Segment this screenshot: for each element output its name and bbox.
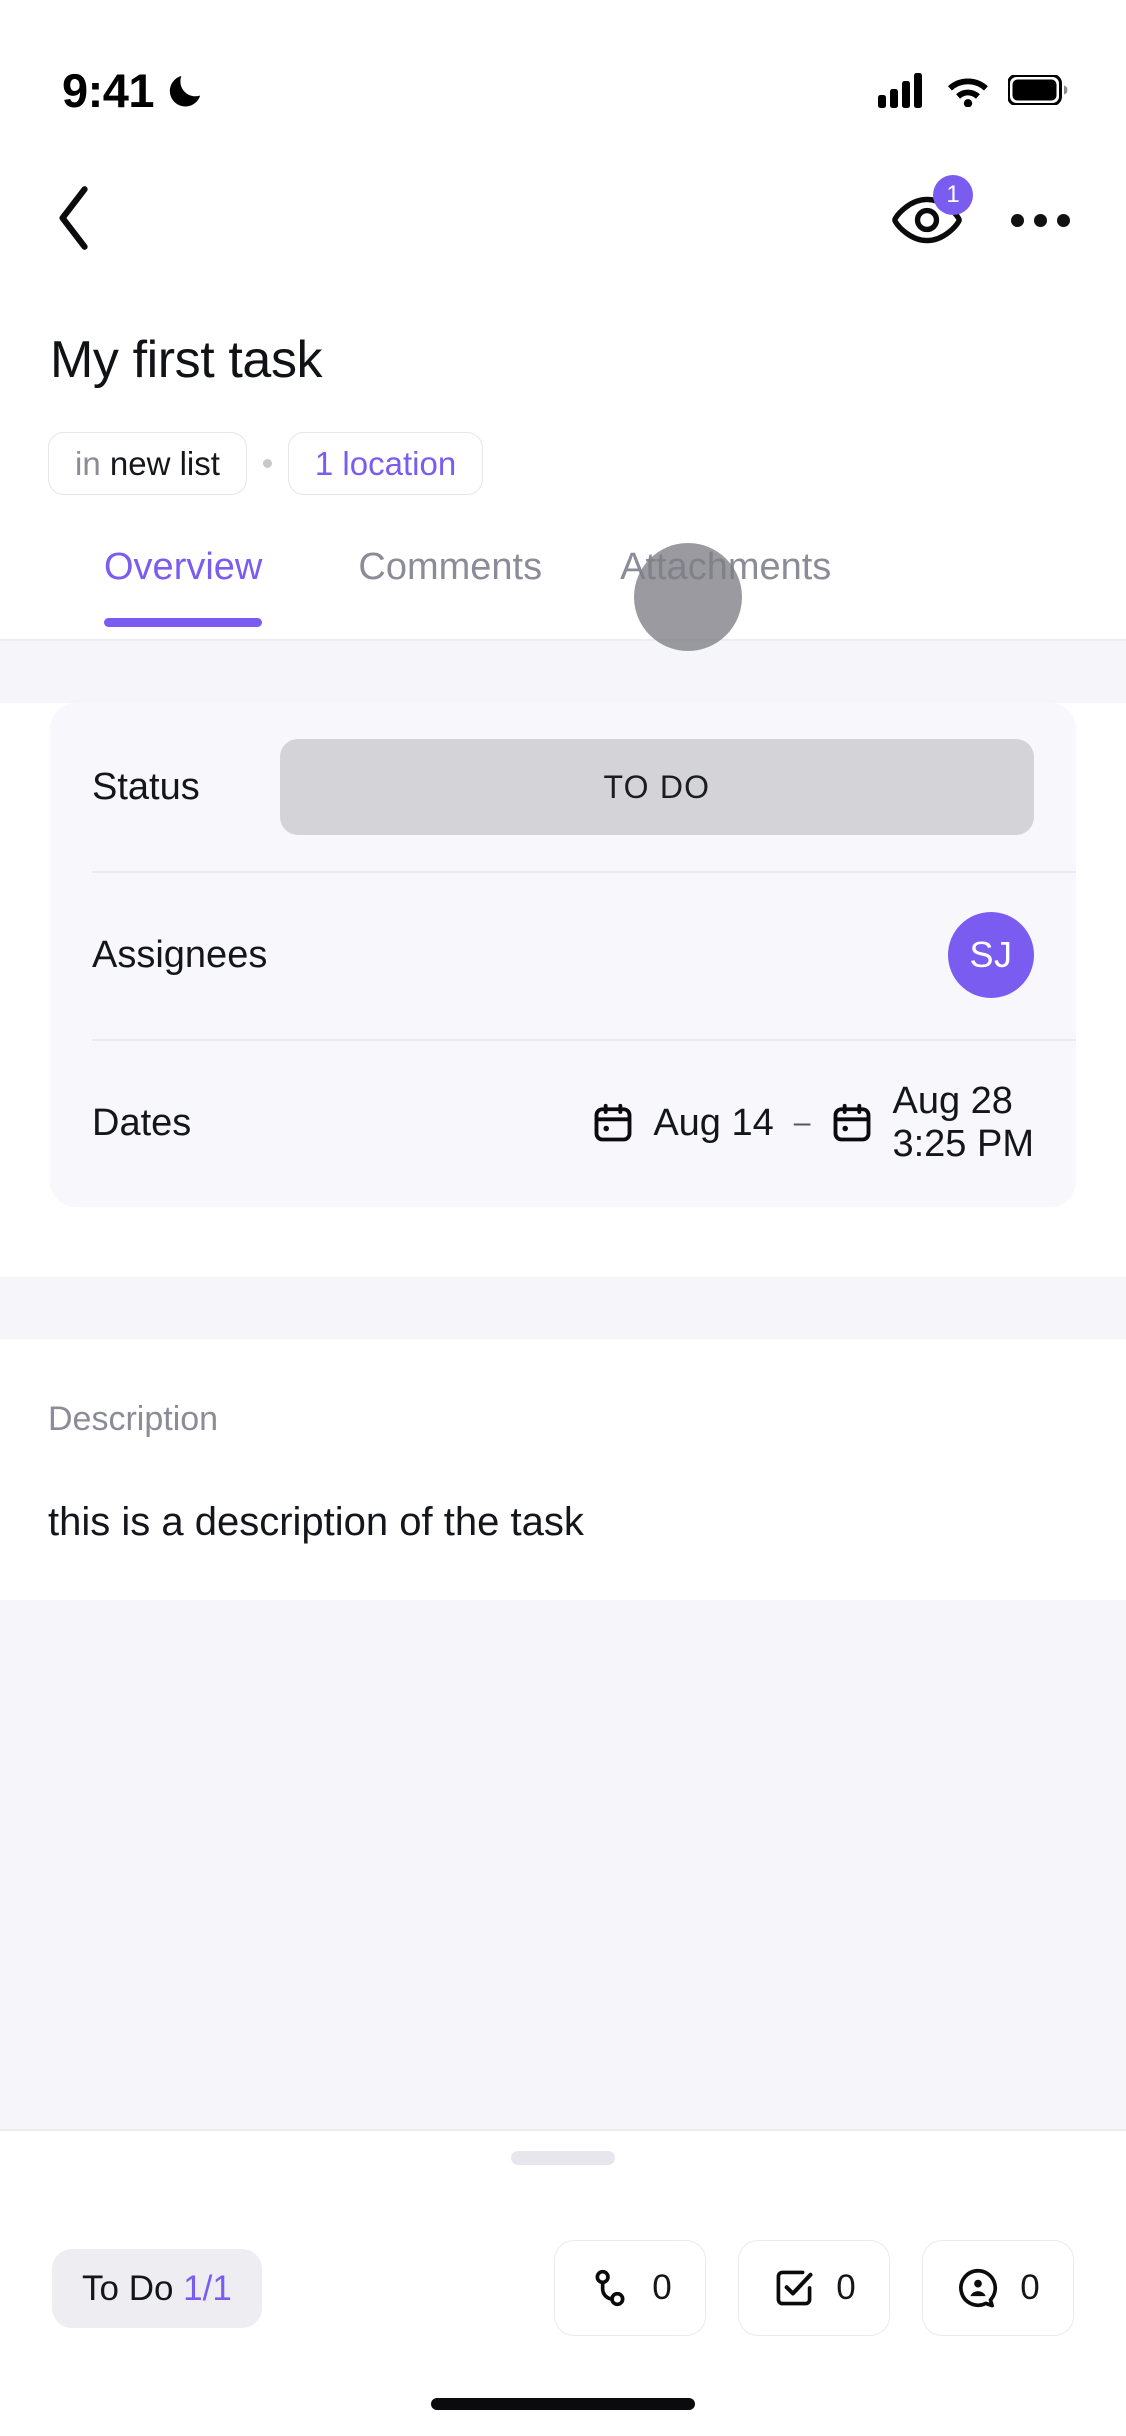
- dates-label: Dates: [92, 1101, 192, 1144]
- calendar-icon: [834, 1103, 871, 1142]
- date-range-separator: –: [793, 1106, 811, 1139]
- tab-bar: Overview Comments Attachments: [0, 540, 1126, 640]
- chevron-left-icon[interactable]: [52, 183, 98, 253]
- back-button[interactable]: [52, 183, 98, 258]
- breadcrumb-list-pill[interactable]: in new list: [48, 432, 247, 495]
- task-title[interactable]: My first task: [50, 330, 323, 390]
- touch-indicator: [634, 543, 742, 651]
- todo-label: To Do: [82, 2268, 174, 2308]
- task-fields-card: Status TO DO Assignees SJ Dates Aug 14 –…: [50, 703, 1076, 1207]
- navigation-actions: 1: [891, 175, 1070, 251]
- section-gap-bottom: [0, 1600, 1126, 2129]
- assignees-value: SJ: [948, 912, 1034, 998]
- breadcrumb-locations-pill[interactable]: 1 location: [287, 432, 484, 495]
- ellipsis-icon: [1034, 213, 1047, 227]
- relationships-count: 0: [652, 2268, 672, 2307]
- description-label: Description: [48, 1400, 219, 1438]
- mention-comment-button[interactable]: 0: [922, 2240, 1074, 2336]
- mention-comment-icon: [959, 2268, 998, 2308]
- end-date-day: Aug 28: [892, 1080, 1013, 1123]
- drag-handle[interactable]: [511, 2151, 615, 2165]
- checklist-count: 0: [836, 2268, 856, 2307]
- start-date[interactable]: Aug 14: [591, 1101, 774, 1145]
- task-detail-screen: 9:41 1 My first task in new list 1 locat…: [0, 0, 1126, 2436]
- status-badge[interactable]: TO DO: [279, 739, 1034, 835]
- mention-comment-count: 0: [1020, 2268, 1040, 2307]
- tab-comments[interactable]: Comments: [358, 540, 542, 589]
- breadcrumb-separator-dot: [262, 459, 272, 468]
- todo-progress-pill[interactable]: To Do 1/1: [52, 2248, 262, 2328]
- breadcrumb-list-name: new list: [109, 445, 220, 482]
- navigation-bar: 1: [0, 160, 1126, 280]
- ellipsis-icon: [1011, 213, 1024, 227]
- status-bar-left: 9:41: [62, 63, 206, 118]
- status-bar: 9:41: [0, 0, 1126, 140]
- breadcrumb: in new list 1 location: [48, 432, 484, 495]
- status-bar-time: 9:41: [62, 63, 155, 117]
- field-row-status[interactable]: Status TO DO: [50, 703, 1076, 871]
- relationships-icon: [595, 2269, 625, 2307]
- battery-icon: [1008, 75, 1068, 105]
- home-indicator: [431, 2398, 695, 2410]
- ellipsis-icon: [1057, 213, 1070, 227]
- watchers-count-badge: 1: [933, 175, 973, 215]
- bottom-action-bar: To Do 1/1 0 0 0: [0, 2223, 1126, 2353]
- checklist-icon: [776, 2270, 813, 2306]
- todo-count: 1/1: [183, 2268, 232, 2308]
- bottom-action-buttons: 0 0 0: [554, 2240, 1074, 2336]
- cellular-signal-icon: [878, 73, 922, 108]
- end-date[interactable]: Aug 28 3:25 PM: [830, 1080, 1034, 1165]
- calendar-icon: [594, 1103, 632, 1142]
- end-date-time: 3:25 PM: [892, 1123, 1034, 1165]
- section-gap-middle: [0, 1277, 1126, 1339]
- moon-icon: [169, 76, 201, 107]
- more-options-button[interactable]: [1011, 213, 1070, 227]
- tab-overview[interactable]: Overview: [104, 540, 263, 627]
- status-label: Status: [92, 765, 200, 808]
- field-row-dates[interactable]: Dates Aug 14 – Aug 28 3:25 PM: [50, 1039, 1076, 1207]
- field-row-assignees[interactable]: Assignees SJ: [50, 871, 1076, 1039]
- dates-value: Aug 14 – Aug 28 3:25 PM: [591, 1080, 1034, 1165]
- wifi-icon: [948, 78, 988, 107]
- end-date-text: Aug 28 3:25 PM: [892, 1080, 1034, 1165]
- watchers-button[interactable]: 1: [891, 175, 973, 251]
- section-gap-top: [0, 641, 1126, 703]
- assignees-label: Assignees: [92, 933, 268, 976]
- start-date-text: Aug 14: [653, 1101, 774, 1144]
- description-text[interactable]: this is a description of the task: [48, 1500, 584, 1545]
- checklist-button[interactable]: 0: [738, 2240, 890, 2336]
- relationships-button[interactable]: 0: [554, 2240, 706, 2336]
- avatar[interactable]: SJ: [948, 912, 1034, 998]
- status-bar-right: [878, 72, 1068, 108]
- breadcrumb-prefix: in: [75, 445, 101, 482]
